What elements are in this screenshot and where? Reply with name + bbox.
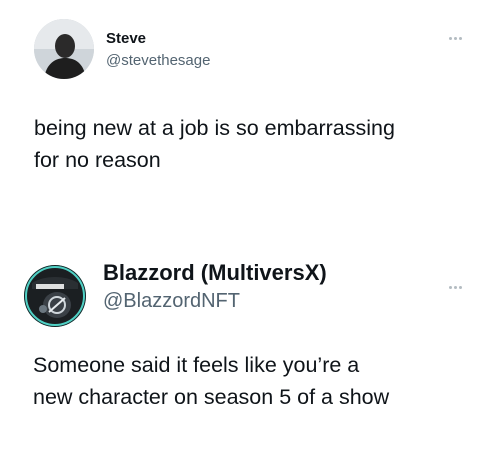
user-handle[interactable]: @stevethesage [106, 52, 210, 69]
tweet-card[interactable]: Steve @stevethesage being new at a job i… [0, 0, 498, 224]
display-name[interactable]: Blazzord (MultiversX) [103, 260, 327, 286]
tweet-text-line: new character on season 5 of a show [33, 385, 390, 409]
display-name[interactable]: Steve [106, 30, 146, 47]
person-photo-icon [34, 19, 94, 79]
more-options-icon[interactable] [449, 286, 462, 289]
tweet-text: being new at a job is so embarrassing fo… [34, 112, 484, 176]
tweet-text: Someone said it feels like you’re a new … [33, 349, 483, 413]
tweet-card[interactable]: Blazzord (MultiversX) @BlazzordNFT Someo… [0, 238, 498, 474]
avatar[interactable] [34, 19, 94, 79]
more-options-icon[interactable] [449, 37, 462, 40]
tweet-text-line: Someone said it feels like you’re a [33, 353, 360, 377]
user-handle[interactable]: @BlazzordNFT [103, 290, 240, 313]
tweet-text-line: being new at a job is so embarrassing [34, 116, 395, 140]
nft-character-icon [24, 265, 86, 327]
avatar[interactable] [24, 265, 86, 327]
tweet-text-line: for no reason [34, 148, 161, 172]
